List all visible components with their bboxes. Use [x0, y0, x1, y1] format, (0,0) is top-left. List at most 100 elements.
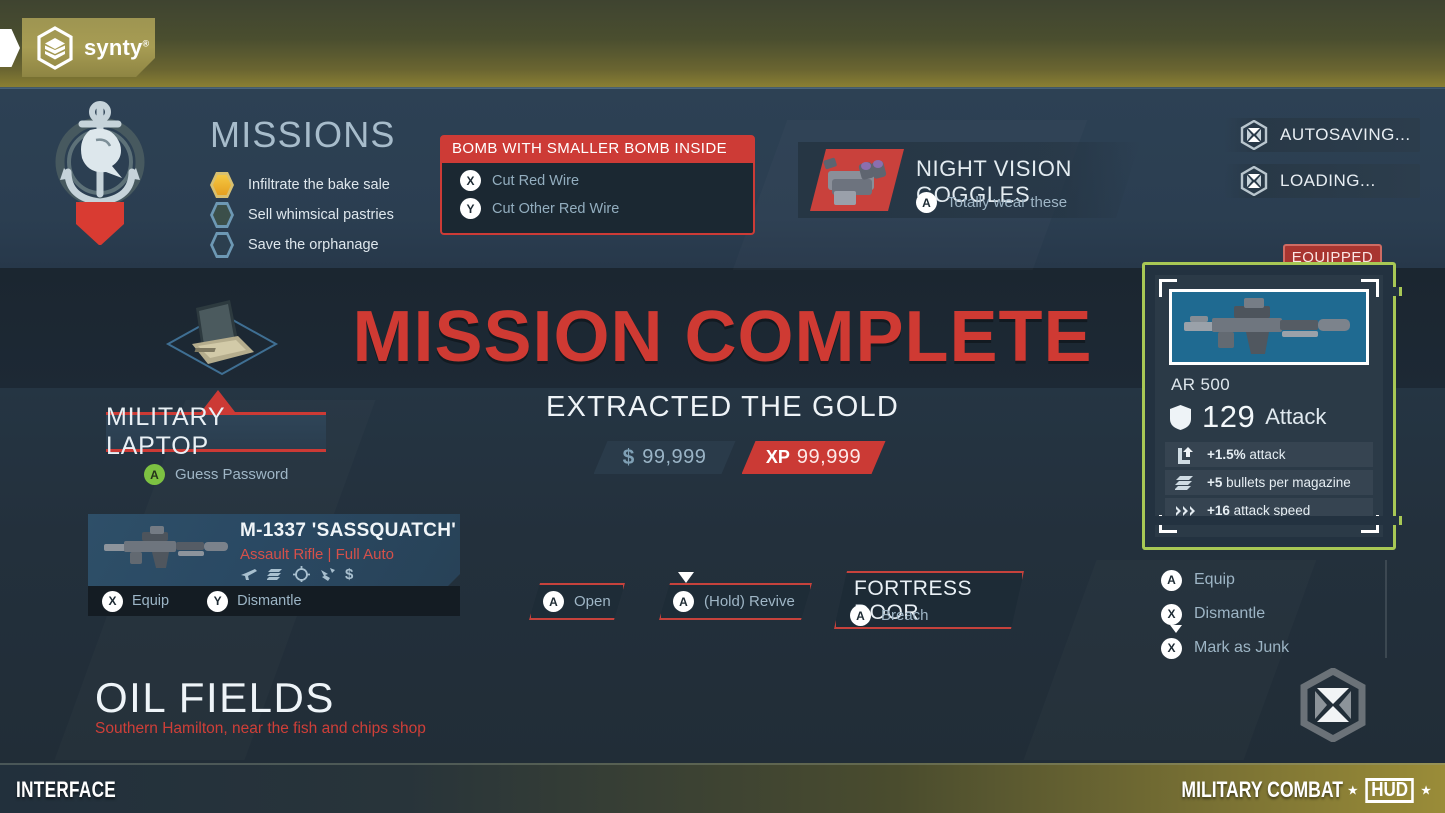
nvg-prompt[interactable]: A Totally wear these	[916, 192, 1067, 213]
door-prompt: A Breach	[850, 605, 929, 626]
mission-status-hex-icon	[210, 232, 234, 258]
bomb-option-row[interactable]: X Cut Red Wire	[442, 163, 753, 191]
action-prompt-fortress-door[interactable]: FORTRESS DOOR A Breach	[834, 571, 1024, 629]
door-prompt-label: Breach	[881, 607, 929, 624]
footer-right: MILITARY COMBAT ★ HUD ★	[1141, 777, 1431, 803]
shield-icon	[1170, 404, 1191, 430]
mission-item[interactable]: Infiltrate the bake sale	[210, 172, 390, 198]
assault-rifle-icon	[1184, 298, 1350, 354]
star-icon: ★	[1347, 784, 1358, 797]
item-stat-icons: $	[240, 566, 358, 582]
mission-label: Infiltrate the bake sale	[248, 177, 390, 193]
bomb-panel-title: BOMB WITH SMALLER BOMB INSIDE	[442, 137, 753, 163]
bird-speed-icon	[321, 567, 335, 581]
weapon-stat-row: +5 bullets per magazine	[1165, 470, 1373, 495]
brand-logo[interactable]: synty®	[22, 18, 155, 77]
location-description: Southern Hamilton, near the fish and chi…	[95, 720, 426, 737]
button-badge-a: A	[916, 192, 937, 213]
footer-product-name: MILITARY COMBAT	[1181, 777, 1343, 802]
missions-title: MISSIONS	[210, 114, 396, 155]
hex-x-icon	[1300, 668, 1366, 742]
mission-label: Save the orphanage	[248, 237, 379, 253]
action-prompt-revive[interactable]: A (Hold) Revive	[659, 583, 812, 620]
weapon-action-label: Dismantle	[1194, 605, 1266, 622]
mission-item[interactable]: Sell whimsical pastries	[210, 202, 394, 228]
crosshair-icon	[293, 566, 310, 582]
hexagon-layers-icon	[37, 25, 73, 70]
goggles-icon	[823, 157, 887, 205]
weapon-preview-image	[1169, 289, 1369, 365]
action-prompt-open[interactable]: A Open	[529, 583, 625, 620]
weapon-attack-label: Attack	[1265, 404, 1327, 429]
weapon-action-dismantle[interactable]: X Dismantle	[1161, 597, 1391, 633]
status-label: LOADING...	[1280, 171, 1376, 190]
corner-bracket	[1159, 515, 1177, 533]
bomb-option-row[interactable]: Y Cut Other Red Wire	[442, 191, 753, 219]
weapon-stat-row: +16 attack speed	[1165, 498, 1373, 523]
location-name: OIL FIELDS	[95, 674, 335, 721]
hexagon-tab-icon[interactable]	[0, 29, 20, 67]
weapon-action-label: Mark as Junk	[1194, 639, 1290, 656]
weapon-detail-panel: AR 500 129 Attack +1.5% attack +5 bullet…	[1142, 262, 1402, 550]
button-badge-x: X	[102, 590, 123, 612]
magazine-icon	[1175, 475, 1193, 490]
cash-reward-chip: $ 99,999	[593, 441, 736, 474]
item-pickup-card[interactable]: M-1337 'SASSQUATCH' Assault Rifle | Full…	[88, 514, 460, 616]
footer-hud-badge: ★ HUD ★	[1347, 777, 1431, 803]
button-badge-a: A	[543, 591, 564, 612]
item-action-dismantle[interactable]: Y Dismantle	[207, 590, 302, 612]
status-label: AUTOSAVING...	[1280, 125, 1411, 144]
missions-panel: MISSIONS Infiltrate the bake sale Sell w…	[52, 96, 452, 258]
selection-caret	[1170, 625, 1182, 633]
top-bar: synty®	[0, 0, 1445, 87]
svg-text:$: $	[345, 566, 354, 582]
button-badge-x: X	[1161, 603, 1182, 625]
mission-status-hex-icon	[210, 202, 234, 228]
dollar-icon: $	[345, 566, 354, 582]
rifle-icon	[241, 568, 257, 580]
mission-item[interactable]: Save the orphanage	[210, 232, 379, 258]
xp-label: XP	[765, 447, 790, 467]
weapon-stat-text: +16 attack speed	[1207, 503, 1311, 518]
revive-pointer-caret	[678, 572, 694, 583]
hex-x-icon	[1240, 120, 1268, 150]
button-badge-y: Y	[460, 198, 481, 219]
bomb-option-label: Cut Red Wire	[492, 172, 580, 189]
bomb-interaction-panel: BOMB WITH SMALLER BOMB INSIDE X Cut Red …	[440, 135, 755, 235]
attack-up-icon	[1178, 446, 1193, 464]
mission-status-hex-icon	[210, 172, 234, 198]
bottom-bar: INTERFACE MILITARY COMBAT ★ HUD ★	[0, 763, 1445, 813]
item-action-label: Dismantle	[237, 593, 302, 609]
goggles-icon-badge	[810, 149, 904, 211]
action-prompt-label: (Hold) Revive	[704, 593, 795, 610]
night-vision-goggles-panel: NIGHT VISION GOGGLES A Totally wear thes…	[798, 142, 1140, 218]
brand-name: synty®	[84, 34, 150, 60]
anchor-shark-emblem	[55, 101, 145, 245]
cash-reward-value: 99,999	[642, 446, 707, 468]
weapon-name: AR 500	[1171, 375, 1231, 394]
weapon-action-mark-as-junk[interactable]: X Mark as Junk	[1161, 631, 1391, 665]
hud-badge-text: HUD	[1365, 777, 1414, 803]
button-badge-a: A	[1161, 569, 1182, 591]
weapon-attack-value: 129	[1202, 399, 1256, 434]
button-badge-y: Y	[207, 590, 229, 612]
item-card-actions: X Equip Y Dismantle	[88, 586, 460, 616]
weapon-attack-row: 129 Attack	[1169, 399, 1326, 435]
xp-reward-value: 99,999	[796, 446, 862, 468]
hex-x-icon	[1240, 166, 1268, 196]
dollar-icon: $	[622, 445, 635, 469]
nvg-prompt-label: Totally wear these	[947, 194, 1068, 211]
button-badge-x: X	[460, 170, 481, 191]
mission-label: Sell whimsical pastries	[248, 207, 394, 223]
status-autosaving: AUTOSAVING...	[1224, 118, 1420, 152]
button-badge-x: X	[1161, 637, 1182, 659]
weapon-stat-row: +1.5% attack	[1165, 442, 1373, 467]
weapon-action-equip[interactable]: A Equip	[1161, 563, 1391, 597]
corner-bracket	[1361, 515, 1379, 533]
button-badge-a: A	[850, 605, 871, 626]
xp-reward-chip: XP 99,999	[741, 441, 886, 474]
footer-left-label: INTERFACE	[16, 777, 117, 802]
star-icon: ★	[1421, 784, 1431, 797]
item-action-equip[interactable]: X Equip	[102, 590, 169, 612]
weapon-stat-text: +5 bullets per magazine	[1207, 475, 1351, 490]
